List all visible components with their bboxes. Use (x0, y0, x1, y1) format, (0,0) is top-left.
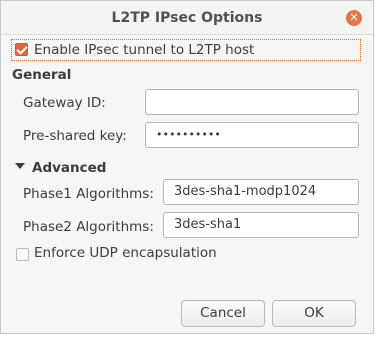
advanced-heading[interactable]: Advanced (32, 160, 106, 176)
expander-arrow-icon[interactable] (15, 163, 25, 169)
phase1-algorithms-input[interactable]: 3des-sha1-modp1024 (163, 179, 359, 205)
gateway-id-label: Gateway ID: (23, 95, 106, 111)
l2tp-ipsec-options-dialog: L2TP IPsec Options ✕ Enable IPsec tunnel… (0, 0, 374, 334)
close-icon[interactable]: ✕ (346, 10, 362, 26)
phase1-algorithms-label: Phase1 Algorithms: (23, 186, 154, 202)
enable-ipsec-row[interactable]: Enable IPsec tunnel to L2TP host (11, 39, 361, 61)
gateway-id-input[interactable] (145, 89, 359, 115)
preshared-key-label: Pre-shared key: (23, 128, 127, 144)
general-heading: General (12, 67, 72, 83)
ok-button[interactable]: OK (272, 300, 356, 327)
enable-ipsec-label: Enable IPsec tunnel to L2TP host (34, 42, 255, 58)
window-title: L2TP IPsec Options (111, 10, 263, 26)
title-bar: L2TP IPsec Options ✕ (1, 1, 373, 35)
enforce-udp-label: Enforce UDP encapsulation (34, 245, 217, 261)
enforce-udp-checkbox[interactable] (16, 248, 29, 261)
phase2-algorithms-label: Phase2 Algorithms: (23, 219, 154, 235)
enable-ipsec-checkbox[interactable] (15, 43, 28, 56)
phase2-algorithms-input[interactable]: 3des-sha1 (163, 212, 359, 238)
preshared-key-input[interactable]: •••••••••• (145, 122, 359, 148)
cancel-button[interactable]: Cancel (181, 300, 265, 327)
